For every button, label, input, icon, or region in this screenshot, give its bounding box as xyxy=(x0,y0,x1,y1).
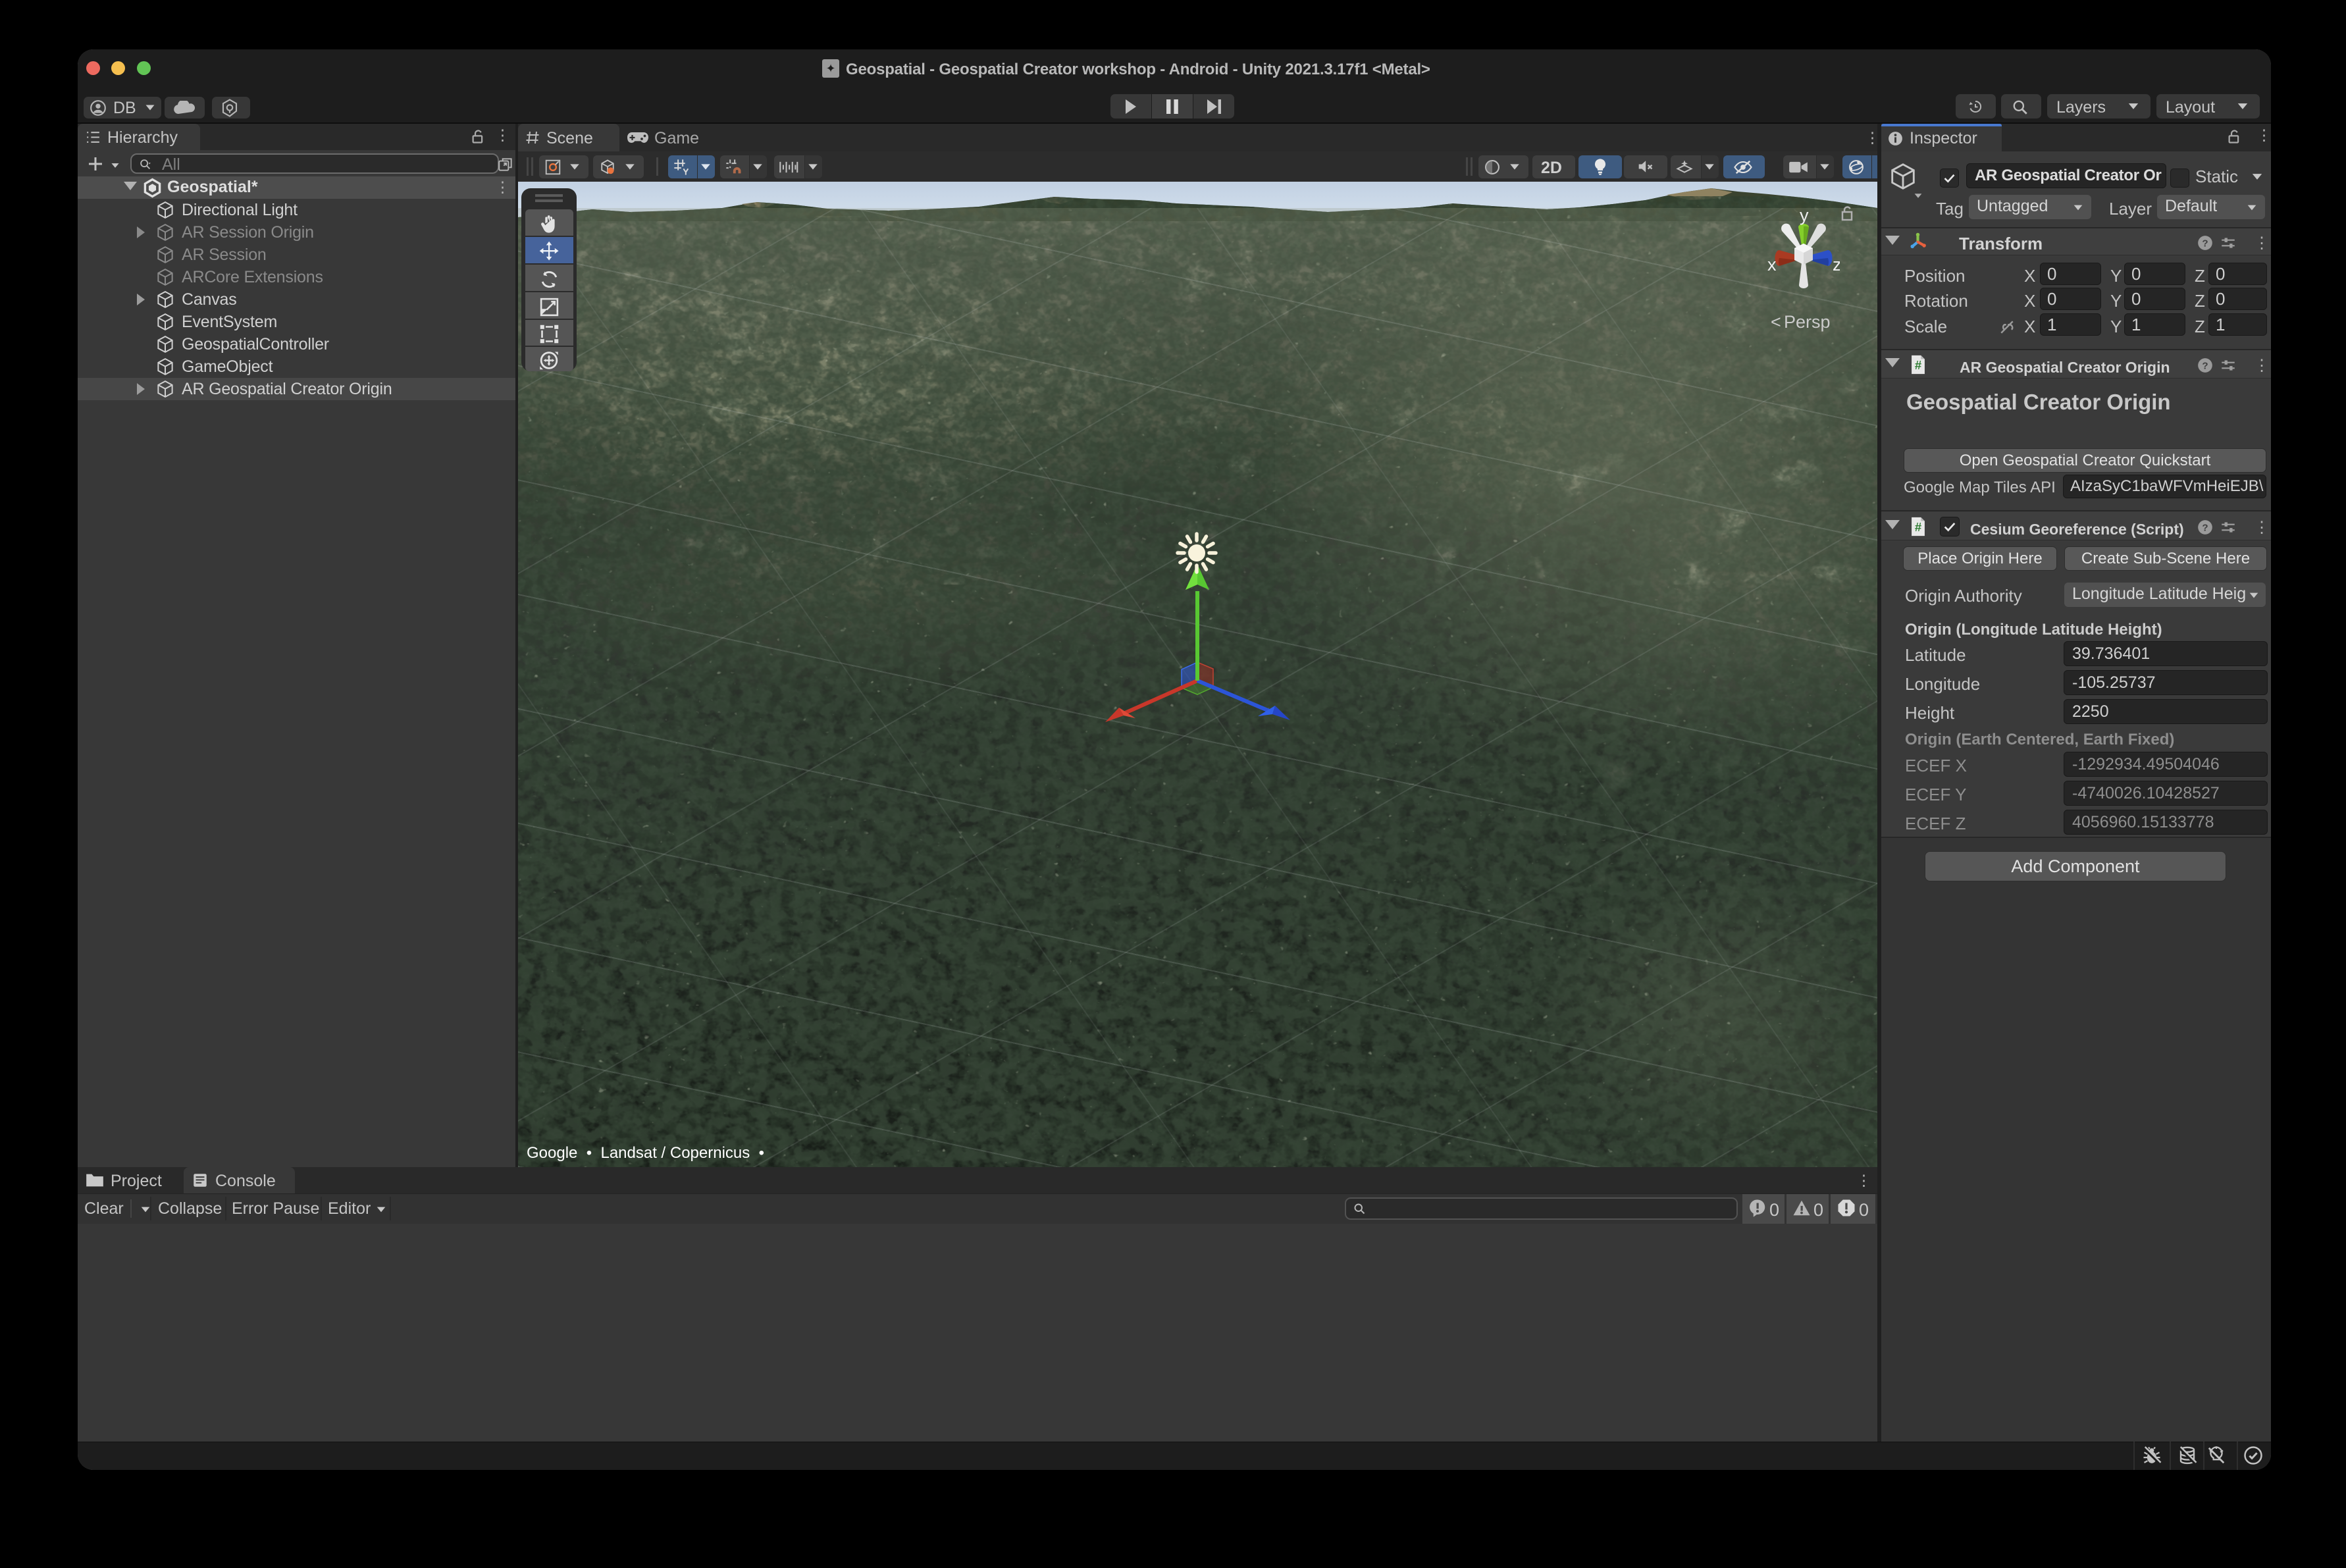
svg-text:x: x xyxy=(1767,255,1777,274)
svg-text:#: # xyxy=(1915,520,1921,534)
svg-text:z: z xyxy=(1833,255,1840,274)
svg-text:y: y xyxy=(1800,208,1809,225)
svg-text:?: ? xyxy=(2202,238,2208,249)
svg-text:#: # xyxy=(1915,358,1921,372)
svg-text:?: ? xyxy=(2202,522,2208,533)
svg-text:?: ? xyxy=(2202,360,2208,371)
